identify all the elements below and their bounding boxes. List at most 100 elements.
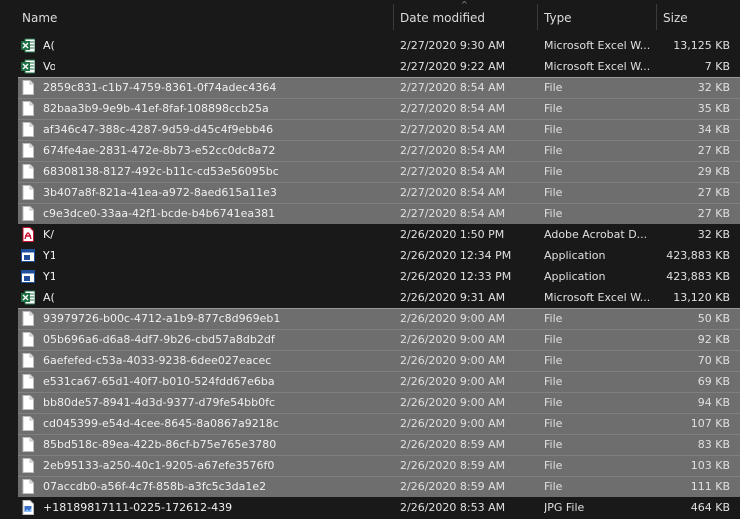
file-type: File (544, 165, 563, 178)
file-row[interactable]: 82baa3b9-9e9b-41ef-8faf-108898ccb25a 2/27… (0, 98, 740, 119)
file-list: A( 2/27/2020 9:30 AM Microsoft Excel W... 1… (0, 35, 740, 518)
application-icon (21, 269, 35, 284)
file-date-modified: 2/27/2020 8:54 AM (400, 207, 506, 220)
file-name: cd045399-e54d-4cee-8645-8a0867a9218c (43, 417, 279, 430)
file-row[interactable]: 05b696a6-d6a8-4df7-9b26-cbd57a8db2df 2/26… (0, 329, 740, 350)
excel-file-icon (21, 59, 36, 74)
file-date-modified: 2/27/2020 9:22 AM (400, 60, 506, 73)
file-type: File (544, 459, 563, 472)
file-name: Vo (43, 60, 55, 73)
file-type: Application (544, 249, 606, 262)
column-header-date-modified[interactable]: Date modified (394, 0, 537, 34)
file-type: File (544, 333, 563, 346)
file-size: 103 KB (690, 459, 730, 472)
file-row[interactable]: Y1 2/26/2020 12:34 PM Application 423,883 K… (0, 245, 740, 266)
file-name: bb80de57-8941-4d3d-9377-d79fe54bb0fc (43, 396, 276, 409)
file-size: 13,125 KB (673, 39, 730, 52)
file-row[interactable]: 85bd518c-89ea-422b-86cf-b75e765e3780 2/26… (0, 434, 740, 455)
file-name: 674fe4ae-2831-472e-8b73-e52cc0dc8a72 (43, 144, 276, 157)
file-row[interactable]: e531ca67-65d1-40f7-b010-524fdd67e6ba 2/26… (0, 371, 740, 392)
file-date-modified: 2/27/2020 8:54 AM (400, 102, 506, 115)
file-row[interactable]: 2eb95133-a250-40c1-9205-a67efe3576f0 2/26… (0, 455, 740, 476)
file-name: K/ (43, 228, 54, 241)
file-name: c9e3dce0-33aa-42f1-bcde-b4b6741ea381 (43, 207, 276, 220)
file-name: 07accdb0-a56f-4c7f-858b-a3fc5c3da1e2 (43, 480, 267, 493)
file-date-modified: 2/26/2020 9:00 AM (400, 396, 506, 409)
generic-file-icon (21, 101, 35, 116)
file-type: File (544, 417, 563, 430)
file-row[interactable]: K/2/26/2020 1:50 PM Adobe Acrobat D... 32 … (0, 224, 740, 245)
generic-file-icon (21, 80, 35, 95)
file-name: 2859c831-c1b7-4759-8361-0f74adec4364 (43, 81, 277, 94)
file-size: 32 KB (697, 228, 730, 241)
file-name: 82baa3b9-9e9b-41ef-8faf-108898ccb25a (43, 102, 269, 115)
file-row[interactable]: 68308138-8127-492c-b11c-cd53e56095bc 2/27… (0, 161, 740, 182)
column-header-name[interactable]: Name (16, 0, 392, 34)
file-name: 05b696a6-d6a8-4df7-9b26-cbd57a8db2df (43, 333, 275, 346)
file-name: 3b407a8f-821a-41ea-a972-8aed615a11e3 (43, 186, 277, 199)
file-row[interactable]: 93979726-b00c-4712-a1b9-877c8d969eb1 2/26… (0, 308, 740, 329)
file-name: 2eb95133-a250-40c1-9205-a67efe3576f0 (43, 459, 275, 472)
file-type: JPG File (544, 501, 585, 514)
file-row[interactable]: +18189817111-0225-172612-439 2/26/2020 8:… (0, 497, 740, 518)
file-date-modified: 2/27/2020 9:30 AM (400, 39, 506, 52)
file-size: 94 KB (697, 396, 730, 409)
file-name: Y1 (43, 270, 55, 283)
file-name: 68308138-8127-492c-b11c-cd53e56095bc (43, 165, 279, 178)
file-date-modified: 2/26/2020 8:59 AM (400, 438, 506, 451)
file-row[interactable]: A(2/26/2020 9:31 AM Microsoft Excel W... 1… (0, 287, 740, 308)
generic-file-icon (21, 143, 35, 158)
file-row[interactable]: Y1 2/26/2020 12:33 PM Application 423,883 K… (0, 266, 740, 287)
file-size: 423,883 KB (666, 270, 730, 283)
file-date-modified: 2/26/2020 8:53 AM (400, 501, 506, 514)
file-type: Microsoft Excel W... (544, 39, 651, 52)
file-type: File (544, 102, 563, 115)
file-date-modified: 2/27/2020 8:54 AM (400, 81, 506, 94)
file-type: File (544, 396, 563, 409)
file-name: 85bd518c-89ea-422b-86cf-b75e765e3780 (43, 438, 277, 451)
file-row[interactable]: af346c47-388c-4287-9d59-d45c4f9ebb46 2/27… (0, 119, 740, 140)
generic-file-icon (21, 395, 35, 410)
file-row[interactable]: cd045399-e54d-4cee-8645-8a0867a9218c 2/26… (0, 413, 740, 434)
file-size: 27 KB (697, 144, 730, 157)
file-size: 423,883 KB (666, 249, 730, 262)
file-type: Microsoft Excel W... (544, 60, 651, 73)
file-type: File (544, 186, 563, 199)
file-row[interactable]: 6aefefed-c53a-4033-9238-6dee027eacec 2/26… (0, 350, 740, 371)
file-date-modified: 2/26/2020 9:31 AM (400, 291, 506, 304)
file-type: File (544, 438, 563, 451)
application-icon (21, 248, 35, 263)
generic-file-icon (21, 311, 35, 326)
file-size: 111 KB (690, 480, 730, 493)
file-date-modified: 2/27/2020 8:54 AM (400, 186, 506, 199)
excel-file-icon (21, 290, 36, 305)
file-type: File (544, 123, 563, 136)
generic-file-icon (21, 164, 35, 179)
file-date-modified: 2/26/2020 9:00 AM (400, 417, 506, 430)
file-date-modified: 2/26/2020 9:00 AM (400, 354, 506, 367)
file-name: A( (43, 39, 55, 52)
file-row[interactable]: bb80de57-8941-4d3d-9377-d79fe54bb0fc 2/26… (0, 392, 740, 413)
column-header-size[interactable]: Size (657, 0, 740, 34)
file-row[interactable]: 674fe4ae-2831-472e-8b73-e52cc0dc8a72 2/27… (0, 140, 740, 161)
file-size: 83 KB (697, 438, 730, 451)
column-header-type[interactable]: Type (538, 0, 656, 34)
file-size: 29 KB (697, 165, 730, 178)
file-row[interactable]: Vo 2/27/2020 9:22 AM Microsoft Excel W... 7… (0, 56, 740, 77)
file-name: 93979726-b00c-4712-a1b9-877c8d969eb1 (43, 312, 281, 325)
file-name: 6aefefed-c53a-4033-9238-6dee027eacec (43, 354, 272, 367)
file-type: Adobe Acrobat D... (544, 228, 648, 241)
file-size: 69 KB (697, 375, 730, 388)
file-date-modified: 2/27/2020 8:54 AM (400, 144, 506, 157)
file-name: A( (43, 291, 55, 304)
file-row[interactable]: A( 2/27/2020 9:30 AM Microsoft Excel W... 1… (0, 35, 740, 56)
file-row[interactable]: 2859c831-c1b7-4759-8361-0f74adec4364 2/27… (0, 77, 740, 98)
file-row[interactable]: 3b407a8f-821a-41ea-a972-8aed615a11e3 2/27… (0, 182, 740, 203)
file-row[interactable]: c9e3dce0-33aa-42f1-bcde-b4b6741ea381 2/27… (0, 203, 740, 224)
file-type: File (544, 375, 563, 388)
file-type: File (544, 144, 563, 157)
excel-file-icon (21, 38, 36, 53)
file-row[interactable]: 07accdb0-a56f-4c7f-858b-a3fc5c3da1e2 2/26… (0, 476, 740, 497)
generic-file-icon (21, 122, 35, 137)
file-date-modified: 2/27/2020 8:54 AM (400, 165, 506, 178)
